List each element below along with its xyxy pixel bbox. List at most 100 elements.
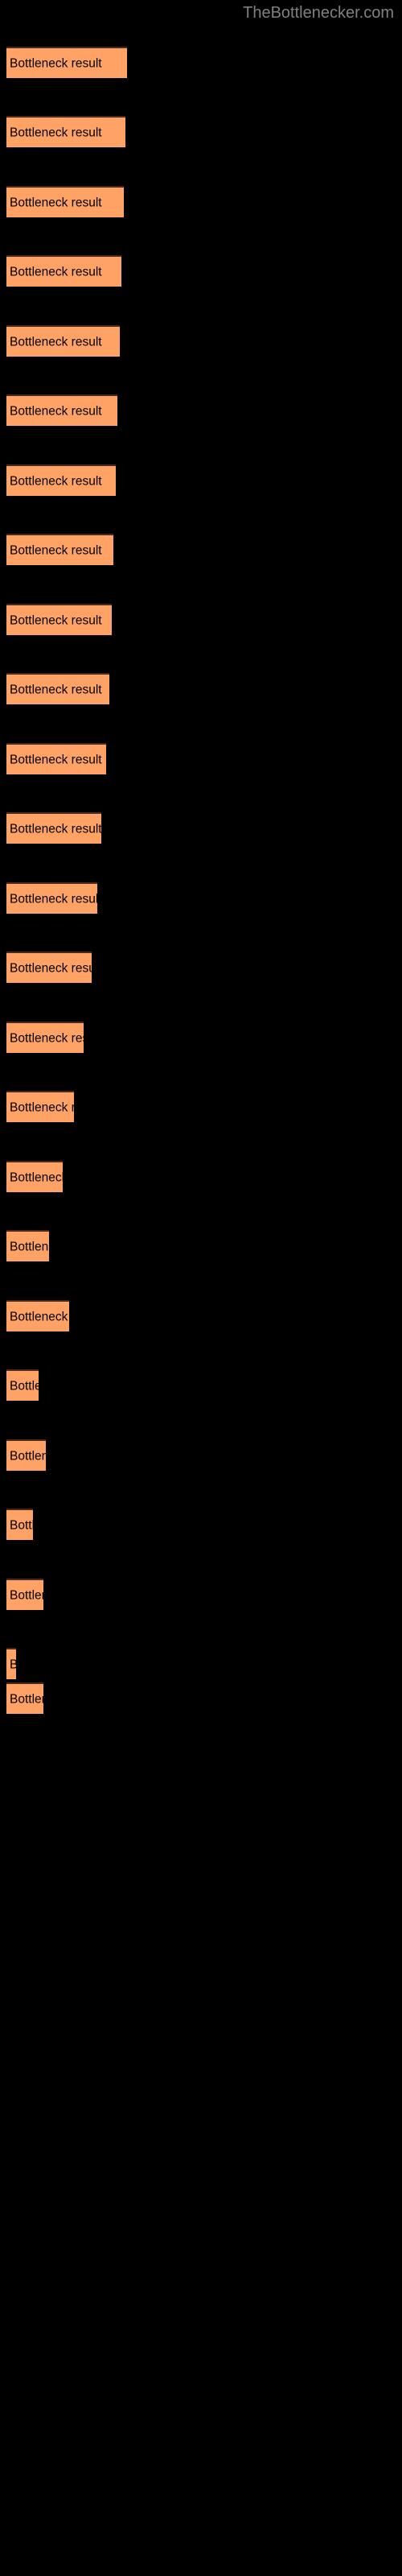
bar[interactable]: Bottleneck result <box>6 1648 16 1679</box>
bar-label-clip: Bottleneck result <box>6 605 112 635</box>
bar[interactable]: Bottleneck result <box>6 534 113 565</box>
bar-label-clip: Bottleneck result <box>6 884 97 914</box>
bar-label-clip: Bottleneck result <box>6 1023 84 1053</box>
bar[interactable]: Bottleneck result <box>6 325 120 357</box>
bar-label-clip: Bottleneck result <box>6 396 117 426</box>
bar-label: Bottleneck result <box>10 56 102 70</box>
bar[interactable]: Bottleneck result <box>6 116 125 147</box>
bar-label-clip: Bottleneck result <box>6 1092 74 1122</box>
bar-label-clip: Bottleneck result <box>6 48 127 78</box>
bar-row: Bottleneck result <box>6 1300 69 1331</box>
bar[interactable]: Bottleneck result <box>6 604 112 635</box>
bar-row: Bottleneck result <box>6 1369 39 1401</box>
bar-label-clip: Bottleneck result <box>6 675 109 704</box>
bar-row: Bottleneck result <box>6 882 97 914</box>
bar-row: Bottleneck result <box>6 325 120 357</box>
bar-label-clip: Bottleneck result <box>6 257 121 287</box>
bar-label-clip: Bottleneck result <box>6 466 116 496</box>
bar-label: Bottleneck result <box>10 613 102 627</box>
bar-label: Bottleneck result <box>10 403 102 418</box>
bar-row: Bottleneck result <box>6 186 124 217</box>
bar-label-clip: Bottleneck result <box>6 1510 33 1540</box>
bar-row: Bottleneck result <box>6 1022 84 1053</box>
bar[interactable]: Bottleneck result <box>6 1230 49 1261</box>
bar-row: Bottleneck result <box>6 1509 33 1540</box>
bar-label: Bottleneck result <box>10 821 101 836</box>
bar[interactable]: Bottleneck result <box>6 952 92 983</box>
bar-label-clip: Bottleneck result <box>6 745 106 774</box>
bar-label: Bottleneck result <box>10 334 102 349</box>
bottleneck-bar-chart: Bottleneck result Bottleneck result Bottle… <box>0 0 402 2576</box>
bar-row: Bottleneck result <box>6 464 116 496</box>
bar[interactable]: Bottleneck result <box>6 1091 74 1122</box>
bar-row: Bottleneck result <box>6 673 109 704</box>
bar-label: Bottleneck result <box>10 682 102 696</box>
bar-label: Bottleneck result <box>10 125 102 139</box>
bar-label: Bottleneck result <box>10 891 97 906</box>
bar-row: Bottleneck result <box>6 604 112 635</box>
bar-row: Bottleneck result <box>6 1682 43 1714</box>
bar[interactable]: Bottleneck result <box>6 673 109 704</box>
bar-label-clip: Bottleneck result <box>6 1649 16 1679</box>
bar-label-clip: Bottleneck result <box>6 1441 46 1471</box>
bar[interactable]: Bottleneck result <box>6 1300 69 1331</box>
bar[interactable]: Bottleneck result <box>6 255 121 287</box>
bar-label-clip: Bottleneck result <box>6 1162 63 1192</box>
bar-label: Bottleneck result <box>10 1239 49 1253</box>
bar[interactable]: Bottleneck result <box>6 1439 46 1471</box>
bar[interactable]: Bottleneck result <box>6 1369 39 1401</box>
bar-row: Bottleneck result <box>6 952 92 983</box>
bar-row: Bottleneck result <box>6 1161 63 1192</box>
bar-row: Bottleneck result <box>6 394 117 426</box>
bar[interactable]: Bottleneck result <box>6 1022 84 1053</box>
bar-row: Bottleneck result <box>6 255 121 287</box>
bar-label: Bottleneck result <box>10 264 102 279</box>
bar-label: Bottleneck result <box>10 473 102 488</box>
bar-label-clip: Bottleneck result <box>6 118 125 147</box>
bar-label-clip: Bottleneck result <box>6 1232 49 1261</box>
bar-label-clip: Bottleneck result <box>6 1684 43 1714</box>
bar-label: Bottleneck result <box>10 195 102 209</box>
bar[interactable]: Bottleneck result <box>6 186 124 217</box>
bar-label-clip: Bottleneck result <box>6 535 113 565</box>
bar-label: Bottleneck result <box>10 1657 16 1671</box>
bar-label: Bottleneck result <box>10 960 92 975</box>
bar[interactable]: Bottleneck result <box>6 812 101 844</box>
bar[interactable]: Bottleneck result <box>6 882 97 914</box>
bar-label: Bottleneck result <box>10 1030 84 1045</box>
bar-label: Bottleneck result <box>10 752 102 766</box>
bar-label-clip: Bottleneck result <box>6 327 120 357</box>
bar-label: Bottleneck result <box>10 1517 33 1532</box>
bar-row: Bottleneck result <box>6 1579 43 1610</box>
bar[interactable]: Bottleneck result <box>6 1161 63 1192</box>
bar-label: Bottleneck result <box>10 543 102 557</box>
bar-label: Bottleneck result <box>10 1170 63 1184</box>
bar[interactable]: Bottleneck result <box>6 1579 43 1610</box>
bar-label: Bottleneck result <box>10 1587 43 1602</box>
bar-label: Bottleneck result <box>10 1691 43 1706</box>
bar-row: Bottleneck result <box>6 116 125 147</box>
bar-row: Bottleneck result <box>6 743 106 774</box>
bar-label-clip: Bottleneck result <box>6 814 101 844</box>
bar-row: Bottleneck result <box>6 1091 74 1122</box>
bar[interactable]: Bottleneck result <box>6 743 106 774</box>
bar-label: Bottleneck result <box>10 1309 69 1323</box>
bar-row: Bottleneck result <box>6 534 113 565</box>
bar-label: Bottleneck result <box>10 1448 46 1463</box>
bar-row: Bottleneck result <box>6 812 101 844</box>
bar-label: Bottleneck result <box>10 1100 74 1114</box>
bar-row: Bottleneck result <box>6 1648 16 1679</box>
bar-row: Bottleneck result <box>6 1230 49 1261</box>
bar[interactable]: Bottleneck result <box>6 1682 43 1714</box>
bar[interactable]: Bottleneck result <box>6 1509 33 1540</box>
bar-label-clip: Bottleneck result <box>6 1302 69 1331</box>
bar-label: Bottleneck result <box>10 1378 39 1393</box>
bar-row: Bottleneck result <box>6 1439 46 1471</box>
bar[interactable]: Bottleneck result <box>6 464 116 496</box>
bar-label-clip: Bottleneck result <box>6 953 92 983</box>
bar[interactable]: Bottleneck result <box>6 47 127 78</box>
bar-label-clip: Bottleneck result <box>6 1371 39 1401</box>
bar-label-clip: Bottleneck result <box>6 188 124 217</box>
bar-label-clip: Bottleneck result <box>6 1580 43 1610</box>
bar[interactable]: Bottleneck result <box>6 394 117 426</box>
